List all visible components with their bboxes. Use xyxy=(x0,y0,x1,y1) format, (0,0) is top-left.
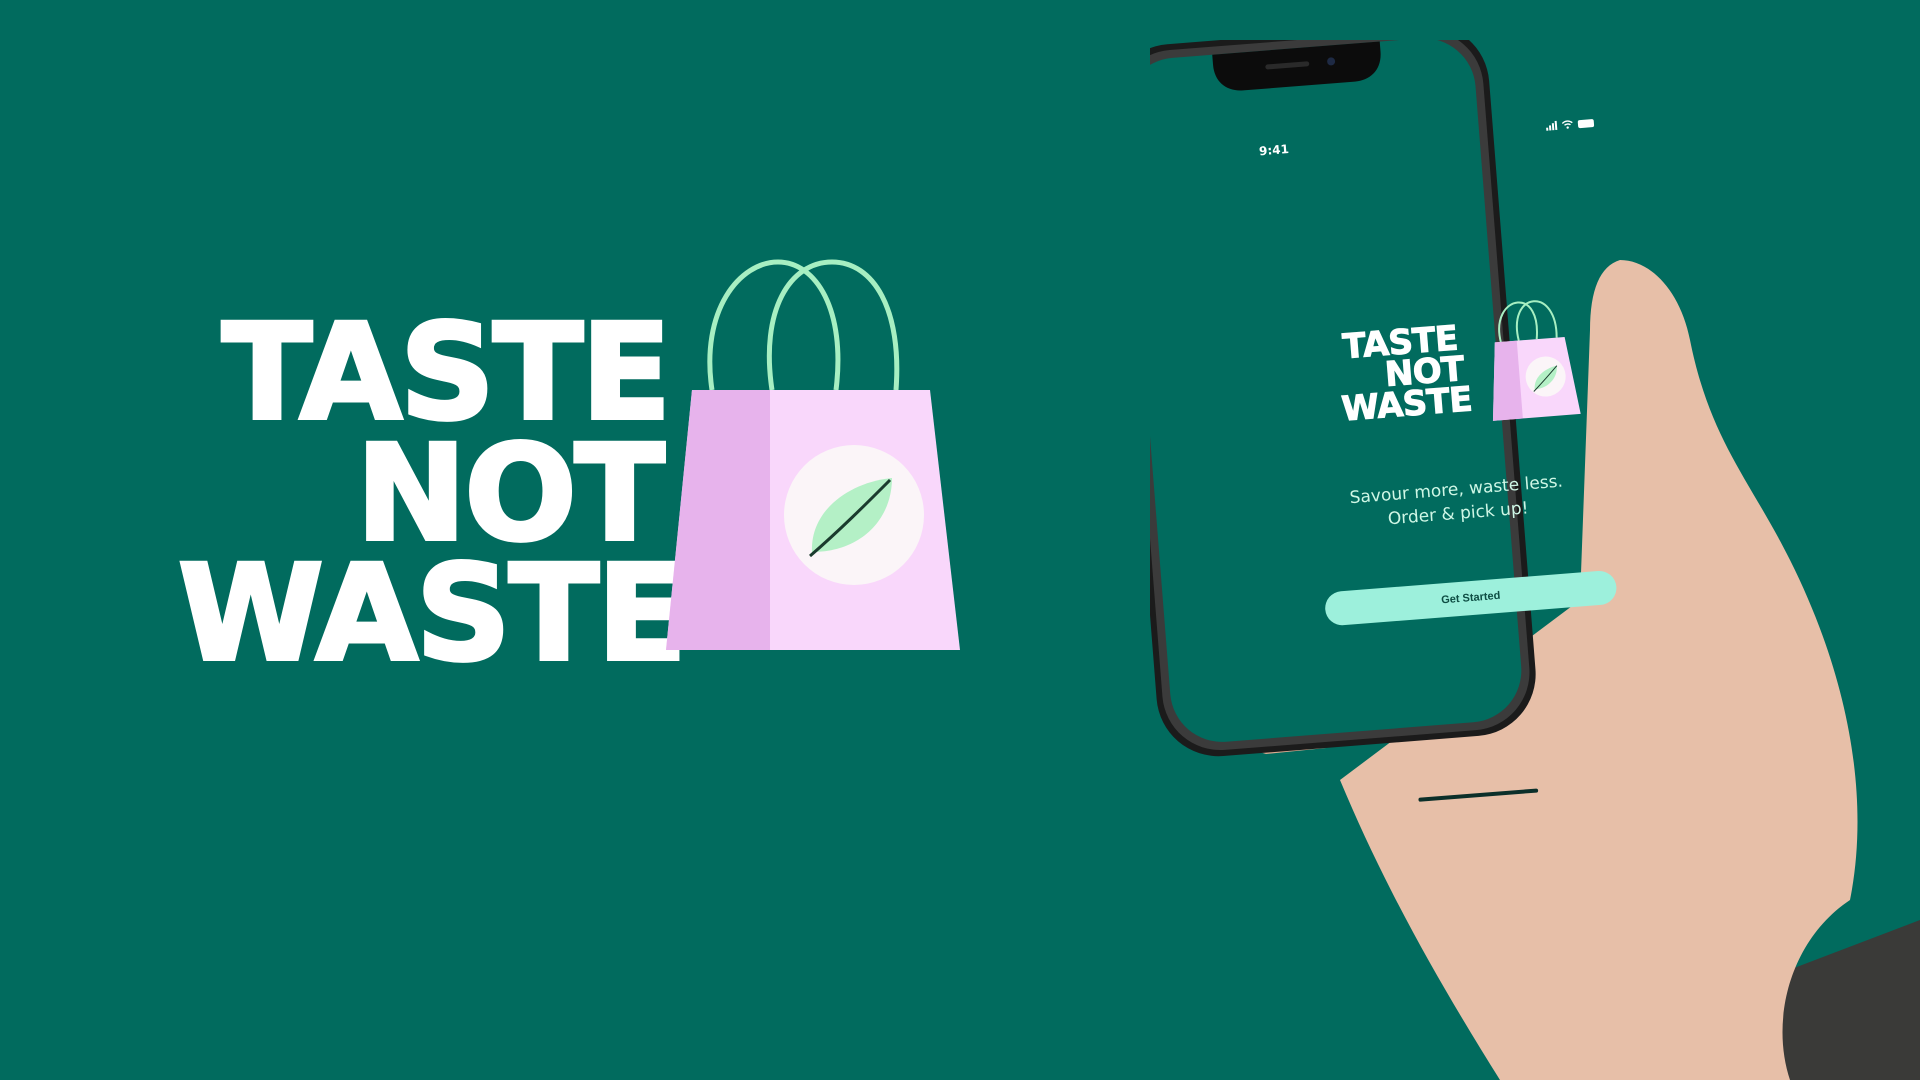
brand-logo: TASTE NOT WASTE xyxy=(0,0,1000,1080)
battery-icon xyxy=(1577,118,1595,129)
wifi-icon xyxy=(1561,120,1573,129)
app-logo-word-waste: WASTE xyxy=(1340,379,1474,430)
status-icons xyxy=(1546,118,1595,131)
signal-icon xyxy=(1546,120,1558,131)
status-time: 9:41 xyxy=(1258,142,1290,159)
shopping-bag-icon xyxy=(1492,300,1581,421)
shopping-bag-icon xyxy=(666,259,960,650)
tagline: Savour more, waste less. Order & pick up… xyxy=(1260,463,1655,542)
home-indicator[interactable] xyxy=(1418,788,1539,802)
logo-word-waste: WASTE xyxy=(176,537,689,691)
app-logo: TASTE NOT WASTE xyxy=(1330,294,1581,442)
get-started-button[interactable]: Get Started xyxy=(1323,569,1618,627)
phone-screen: 9:41 TASTE NOT WASTE Savour more, waste … xyxy=(1231,90,1678,833)
